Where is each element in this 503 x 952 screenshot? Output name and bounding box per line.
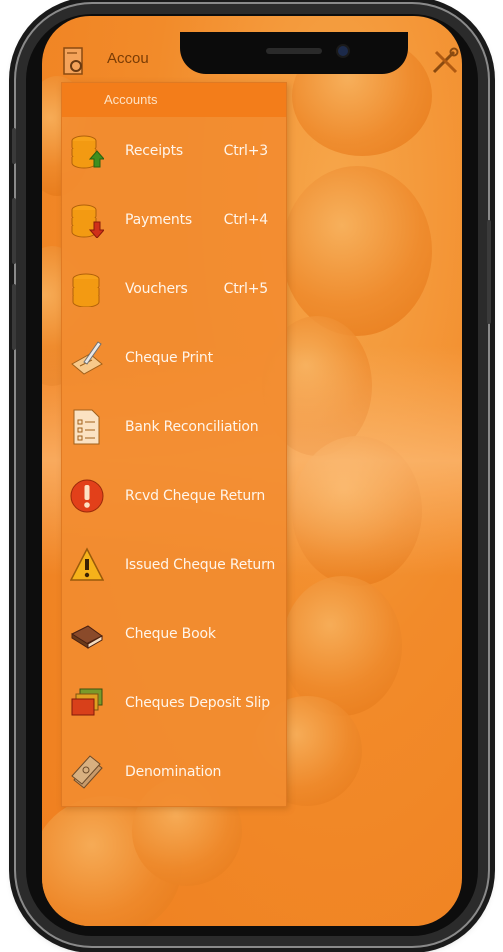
accounts-dropdown-menu: Accounts Receipts Ctrl+3 Payments Ctrl+4… <box>61 82 287 807</box>
cards-icon <box>70 685 104 721</box>
warning-triangle-icon <box>69 547 105 583</box>
silent-switch <box>12 128 16 164</box>
front-camera <box>338 46 348 56</box>
accounts-book-icon[interactable] <box>62 46 84 76</box>
menu-item-cheque-book[interactable]: Cheque Book <box>62 600 286 669</box>
menu-header: Accounts <box>62 83 286 117</box>
checklist-document-icon <box>70 409 104 445</box>
menu-item-label: Rcvd Cheque Return <box>125 488 265 504</box>
menu-item-label: Issued Cheque Return <box>125 557 276 573</box>
menu-item-cheques-deposit-slip[interactable]: Cheques Deposit Slip <box>62 669 286 738</box>
volume-down-button <box>12 284 16 350</box>
menu-item-denomination[interactable]: Denomination <box>62 738 286 807</box>
book-icon <box>70 616 104 652</box>
menu-item-label: Vouchers <box>125 281 188 297</box>
power-button <box>487 220 491 324</box>
banknotes-icon <box>70 754 104 790</box>
menu-item-label: Denomination <box>125 764 222 780</box>
menu-item-rcvd-cheque-return[interactable]: Rcvd Cheque Return <box>62 462 286 531</box>
menu-item-shortcut: Ctrl+4 <box>223 212 269 228</box>
menu-item-vouchers[interactable]: Vouchers Ctrl+5 <box>62 255 286 324</box>
menu-item-cheque-print[interactable]: Cheque Print <box>62 324 286 393</box>
menu-item-payments[interactable]: Payments Ctrl+4 <box>62 186 286 255</box>
background-grape <box>282 166 432 336</box>
menu-item-label: Cheque Print <box>125 350 213 366</box>
volume-up-button <box>12 198 16 264</box>
menu-item-receipts[interactable]: Receipts Ctrl+3 <box>62 117 286 186</box>
tools-icon[interactable] <box>430 46 460 76</box>
coin-stack-down-icon <box>70 202 106 239</box>
speaker-grille <box>266 48 322 54</box>
menu-item-label: Cheque Book <box>125 626 216 642</box>
accounts-menu-title[interactable]: Accou <box>107 50 149 67</box>
menu-item-label: Cheques Deposit Slip <box>125 695 270 711</box>
menu-item-label: Receipts <box>125 143 183 159</box>
menu-item-label: Payments <box>125 212 192 228</box>
exclamation-circle-icon <box>70 478 104 514</box>
coin-stack-up-icon <box>70 133 106 169</box>
menu-item-shortcut: Ctrl+5 <box>223 281 269 297</box>
menu-item-shortcut: Ctrl+3 <box>223 143 269 159</box>
menu-item-bank-reconciliation[interactable]: Bank Reconciliation <box>62 393 286 462</box>
phone-notch <box>180 32 408 74</box>
background-grape <box>282 576 402 716</box>
coin-stack-icon <box>70 271 104 308</box>
menu-item-issued-cheque-return[interactable]: Issued Cheque Return <box>62 531 286 600</box>
cheque-pen-icon <box>70 340 104 376</box>
menu-item-label: Bank Reconciliation <box>125 419 259 435</box>
